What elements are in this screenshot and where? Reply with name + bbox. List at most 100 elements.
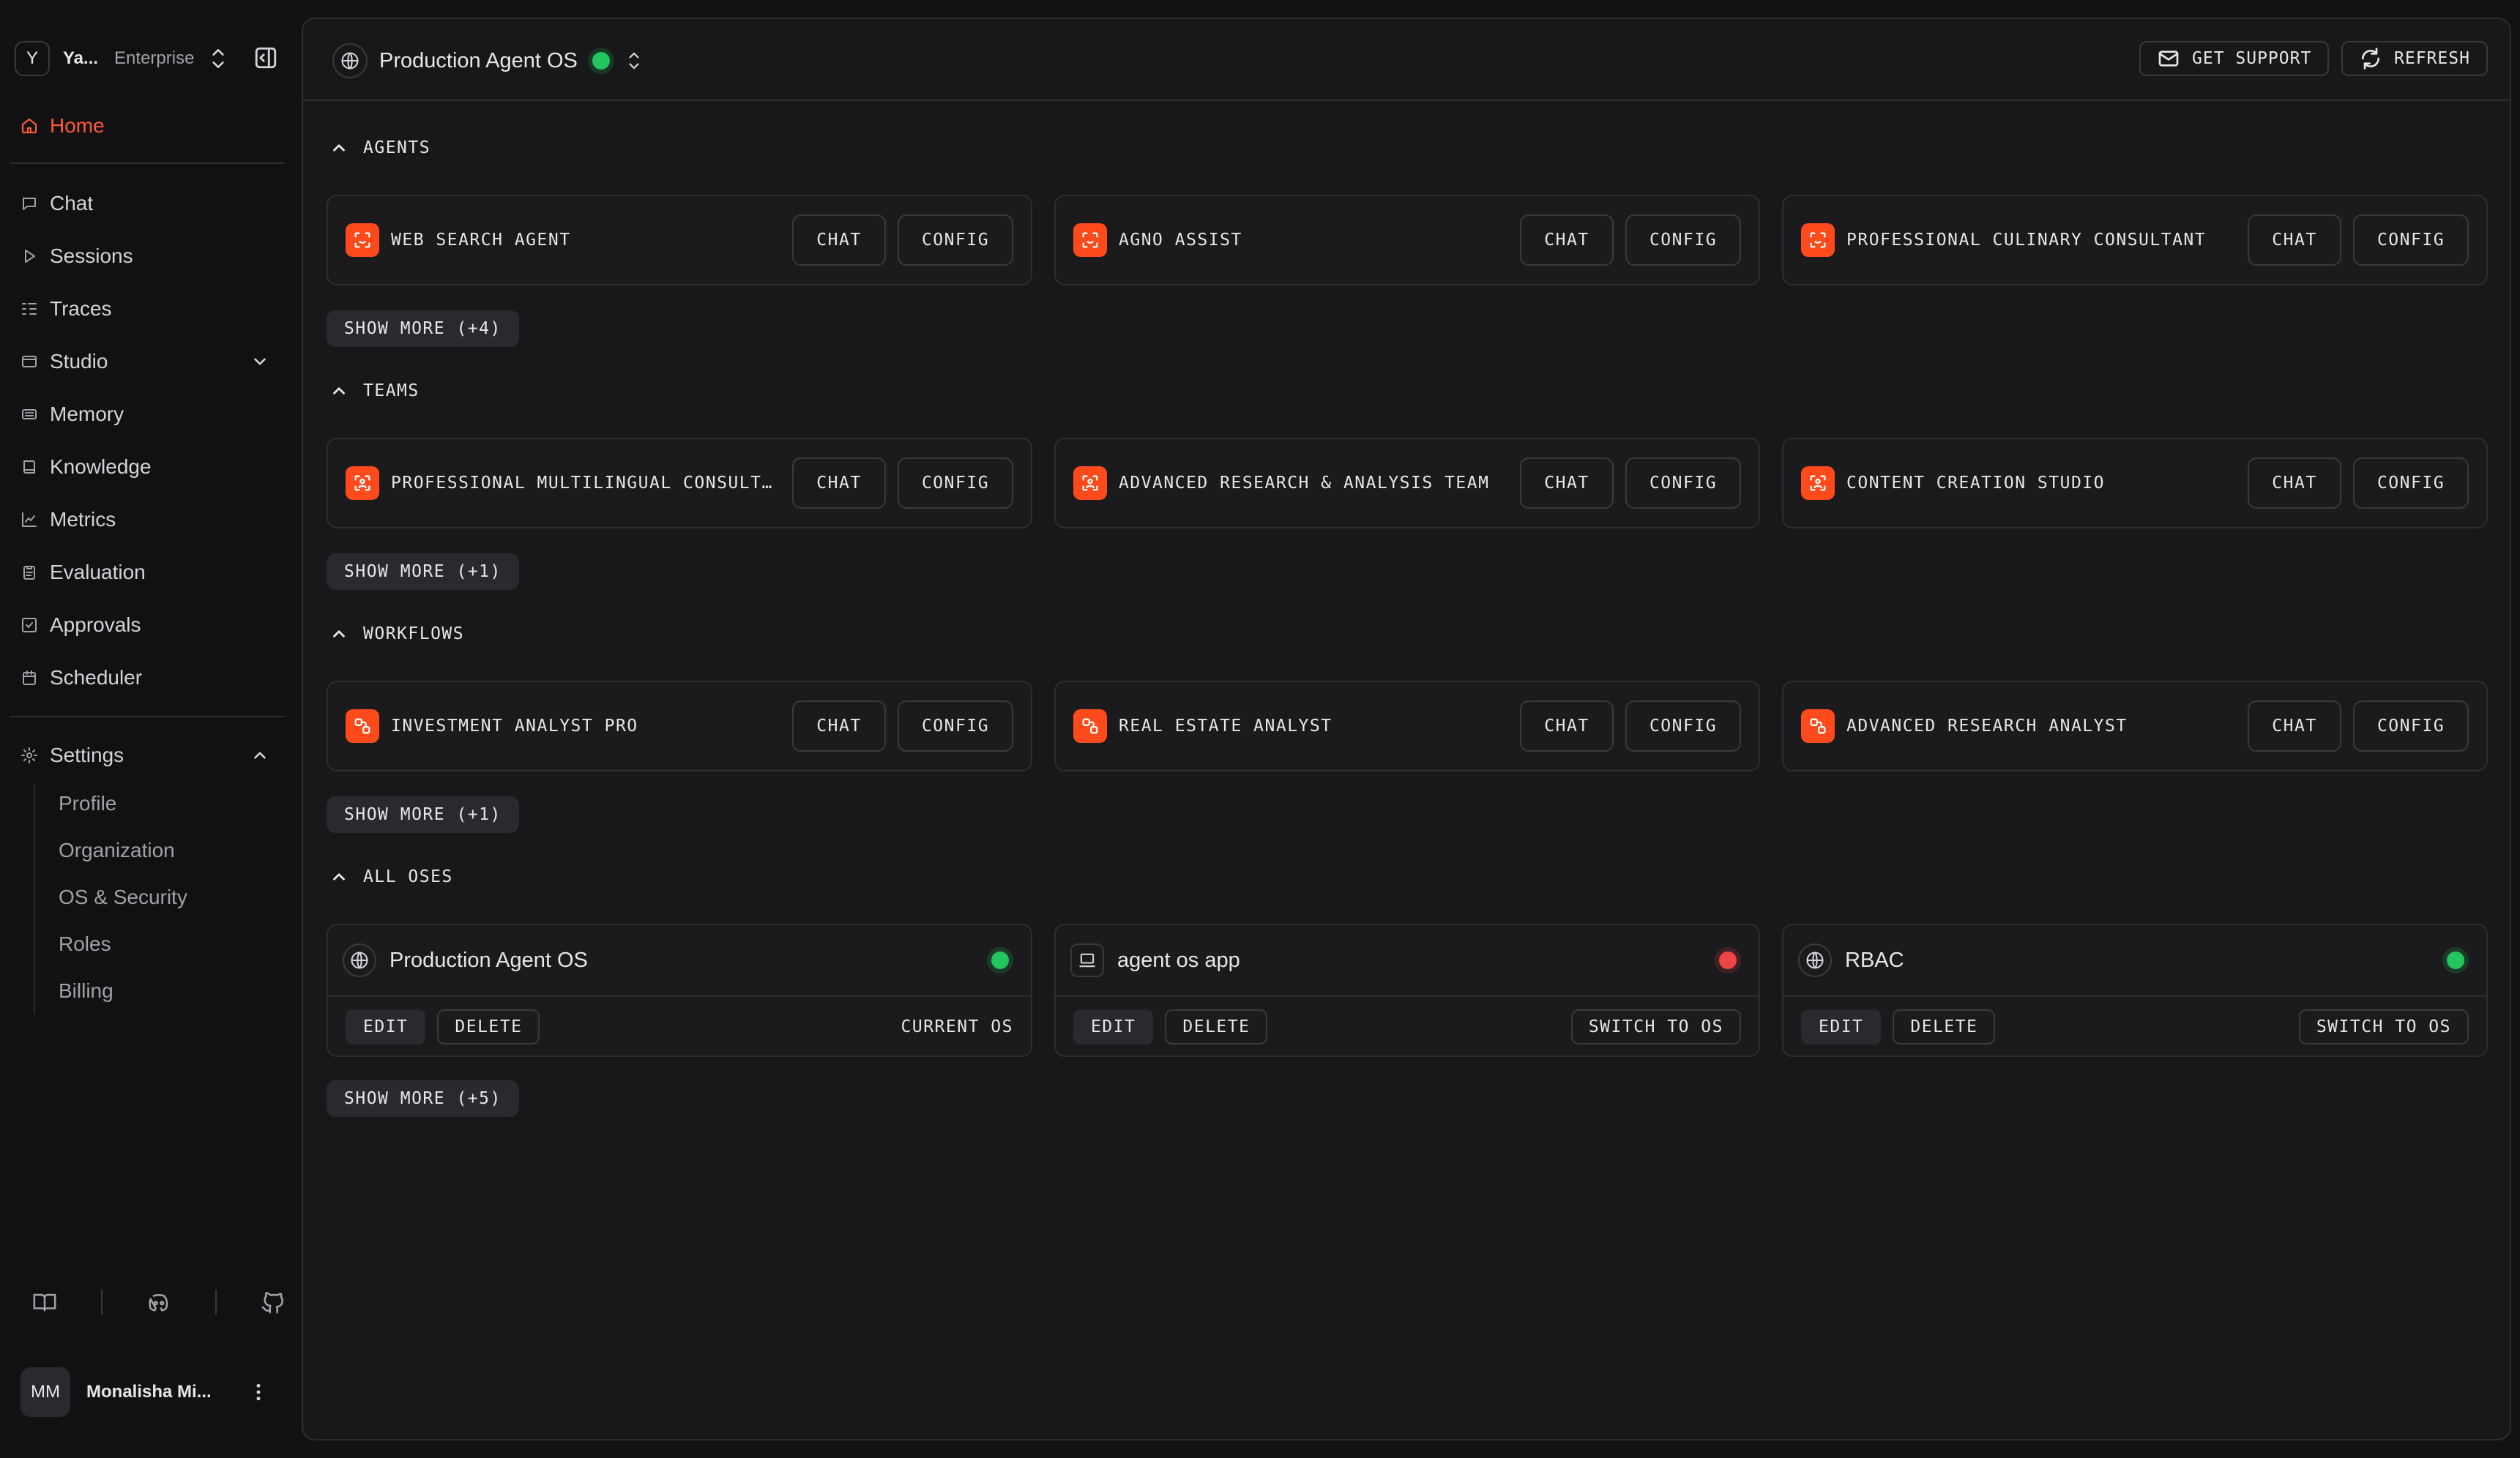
config-button[interactable]: CONFIG [898, 457, 1013, 509]
section-title-agents: AGENTS [363, 138, 431, 157]
edit-button[interactable]: EDIT [346, 1009, 426, 1044]
nav-item-evaluation[interactable]: Evaluation [20, 555, 269, 590]
sidebar-collapse-icon[interactable] [253, 45, 278, 70]
more-vertical-icon[interactable] [247, 1381, 269, 1403]
top-bar: Production Agent OS GET SUPPORT REFRESH [303, 19, 2510, 101]
section-toggle-agents[interactable]: AGENTS [329, 133, 430, 162]
user-name: Monalisha Mi... [86, 1382, 212, 1402]
nav-item-knowledge[interactable]: Knowledge [20, 449, 269, 485]
nav-item-metrics[interactable]: Metrics [20, 502, 269, 537]
laptop-icon [1070, 943, 1104, 977]
show-more-oses-button[interactable]: SHOW MORE (+5) [327, 1080, 519, 1117]
nav-item-scheduler[interactable]: Scheduler [20, 660, 269, 695]
settings-item-os-security[interactable]: OS & Security [59, 881, 187, 913]
chat-button[interactable]: CHAT [2248, 700, 2341, 752]
nav-item-home[interactable]: Home [20, 110, 105, 142]
workflow-icon [346, 709, 379, 743]
refresh-icon [2362, 48, 2379, 70]
os-selector[interactable]: Production Agent OS [332, 42, 642, 79]
nav-item-memory[interactable]: Memory [20, 397, 269, 432]
discord-icon[interactable] [146, 1290, 171, 1315]
nav-item-traces[interactable]: Traces [20, 291, 269, 326]
chat-button[interactable]: CHAT [2248, 457, 2341, 509]
nav-label-evaluation: Evaluation [50, 561, 146, 583]
edit-button[interactable]: EDIT [1073, 1009, 1154, 1044]
show-more-workflows-button[interactable]: SHOW MORE (+1) [327, 796, 519, 833]
config-button[interactable]: CONFIG [2353, 457, 2469, 509]
team-card: CONTENT CREATION STUDIO CHAT CONFIG [1782, 438, 2488, 528]
settings-item-organization[interactable]: Organization [59, 834, 175, 867]
config-button[interactable]: CONFIG [2353, 214, 2469, 266]
switch-to-os-button[interactable]: SWITCH TO OS [1570, 1009, 1741, 1044]
chat-button[interactable]: CHAT [792, 700, 886, 752]
os-card: RBAC EDIT DELETE SWITCH TO OS [1782, 924, 2488, 1057]
config-button[interactable]: CONFIG [1625, 700, 1741, 752]
settings-item-roles[interactable]: Roles [59, 928, 111, 960]
nav-label-sessions: Sessions [50, 244, 133, 267]
delete-button[interactable]: DELETE [1893, 1009, 1996, 1044]
switch-to-os-button[interactable]: SWITCH TO OS [2298, 1009, 2469, 1044]
nav-item-chat[interactable]: Chat [20, 186, 269, 221]
config-button[interactable]: CONFIG [898, 214, 1013, 266]
github-icon[interactable] [261, 1290, 286, 1315]
chat-button[interactable]: CHAT [792, 214, 886, 266]
delete-button[interactable]: DELETE [437, 1009, 540, 1044]
agent-name: WEB SEARCH AGENT [391, 231, 571, 250]
agent-icon [1801, 223, 1835, 257]
nav-label-memory: Memory [50, 403, 124, 425]
current-os-name: Production Agent OS [379, 48, 578, 72]
workflow-icon [1073, 709, 1107, 743]
chevron-up-icon [333, 630, 345, 638]
nav-item-studio[interactable]: Studio [20, 344, 269, 379]
section-toggle-workflows[interactable]: WORKFLOWS [329, 619, 464, 648]
footer-separator [215, 1290, 217, 1315]
show-more-teams-button[interactable]: SHOW MORE (+1) [327, 553, 519, 590]
chevron-up-icon [254, 752, 266, 759]
calendar-icon [23, 670, 36, 685]
chat-button[interactable]: CHAT [1520, 457, 1614, 509]
section-title-teams: TEAMS [363, 381, 420, 400]
user-profile[interactable]: MM Monalisha Mi... [20, 1367, 269, 1417]
os-status-online [592, 52, 610, 70]
edit-button[interactable]: EDIT [1801, 1009, 1882, 1044]
agent-card: AGNO ASSIST CHAT CONFIG [1054, 195, 1760, 285]
team-name: ADVANCED RESEARCH & ANALYSIS TEAM [1119, 474, 1490, 493]
section-toggle-oses[interactable]: ALL OSES [329, 862, 453, 891]
globe-icon [343, 943, 376, 977]
agent-card: WEB SEARCH AGENT CHAT CONFIG [327, 195, 1032, 285]
play-icon [25, 250, 35, 263]
team-name: PROFESSIONAL MULTILINGUAL CONSULTANT [391, 474, 780, 493]
settings-item-profile[interactable]: Profile [59, 788, 116, 820]
sidebar-footer-links [32, 1290, 286, 1315]
workspace-switcher[interactable]: Y Ya... Enterprise [15, 41, 286, 76]
chevrons-up-down-icon [212, 49, 225, 68]
chat-button[interactable]: CHAT [2248, 214, 2341, 266]
config-button[interactable]: CONFIG [2353, 700, 2469, 752]
chat-button[interactable]: CHAT [792, 457, 886, 509]
docs-book-icon[interactable] [32, 1290, 57, 1315]
agent-name: AGNO ASSIST [1119, 231, 1242, 250]
sidebar: Y Ya... Enterprise Home Chat Sessions Tr… [0, 0, 300, 1458]
chevron-up-icon [333, 873, 345, 881]
chevron-up-icon [333, 387, 345, 395]
nav-item-settings[interactable]: Settings [20, 738, 269, 773]
show-more-agents-button[interactable]: SHOW MORE (+4) [327, 310, 519, 347]
config-button[interactable]: CONFIG [1625, 457, 1741, 509]
delete-button[interactable]: DELETE [1165, 1009, 1268, 1044]
nav-item-approvals[interactable]: Approvals [20, 608, 269, 643]
get-support-button[interactable]: GET SUPPORT [2139, 41, 2330, 76]
nav-label-home: Home [50, 114, 105, 137]
workflow-card: REAL ESTATE ANALYST CHAT CONFIG [1054, 681, 1760, 771]
sidebar-divider [10, 716, 284, 717]
chat-button[interactable]: CHAT [1520, 700, 1614, 752]
refresh-button[interactable]: REFRESH [2341, 41, 2488, 76]
chat-button[interactable]: CHAT [1520, 214, 1614, 266]
globe-icon [1798, 943, 1832, 977]
config-button[interactable]: CONFIG [898, 700, 1013, 752]
section-toggle-teams[interactable]: TEAMS [329, 376, 420, 405]
nav-item-sessions[interactable]: Sessions [20, 239, 269, 274]
os-name: agent os app [1117, 948, 1240, 972]
settings-item-billing[interactable]: Billing [59, 975, 113, 1007]
book-icon [23, 460, 35, 474]
config-button[interactable]: CONFIG [1625, 214, 1741, 266]
